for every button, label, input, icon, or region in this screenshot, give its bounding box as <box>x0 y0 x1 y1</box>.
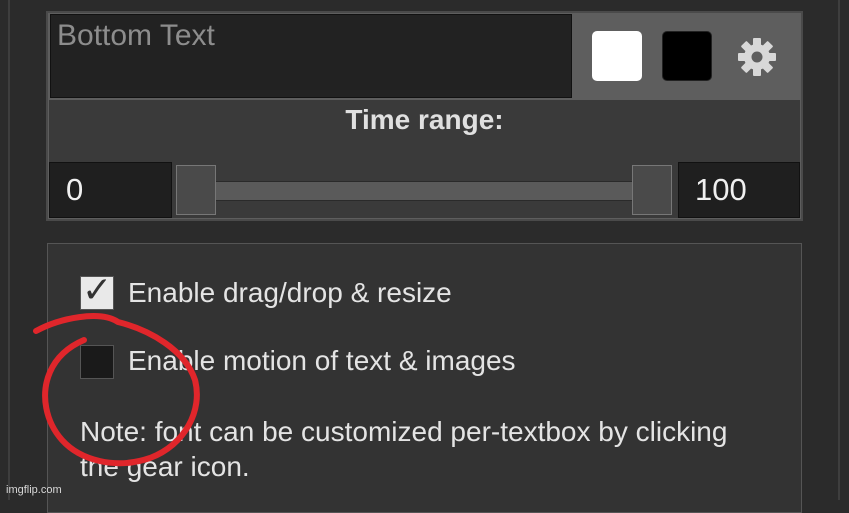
imgflip-watermark: imgflip.com <box>6 484 62 496</box>
red-circle-annotation <box>33 313 200 467</box>
